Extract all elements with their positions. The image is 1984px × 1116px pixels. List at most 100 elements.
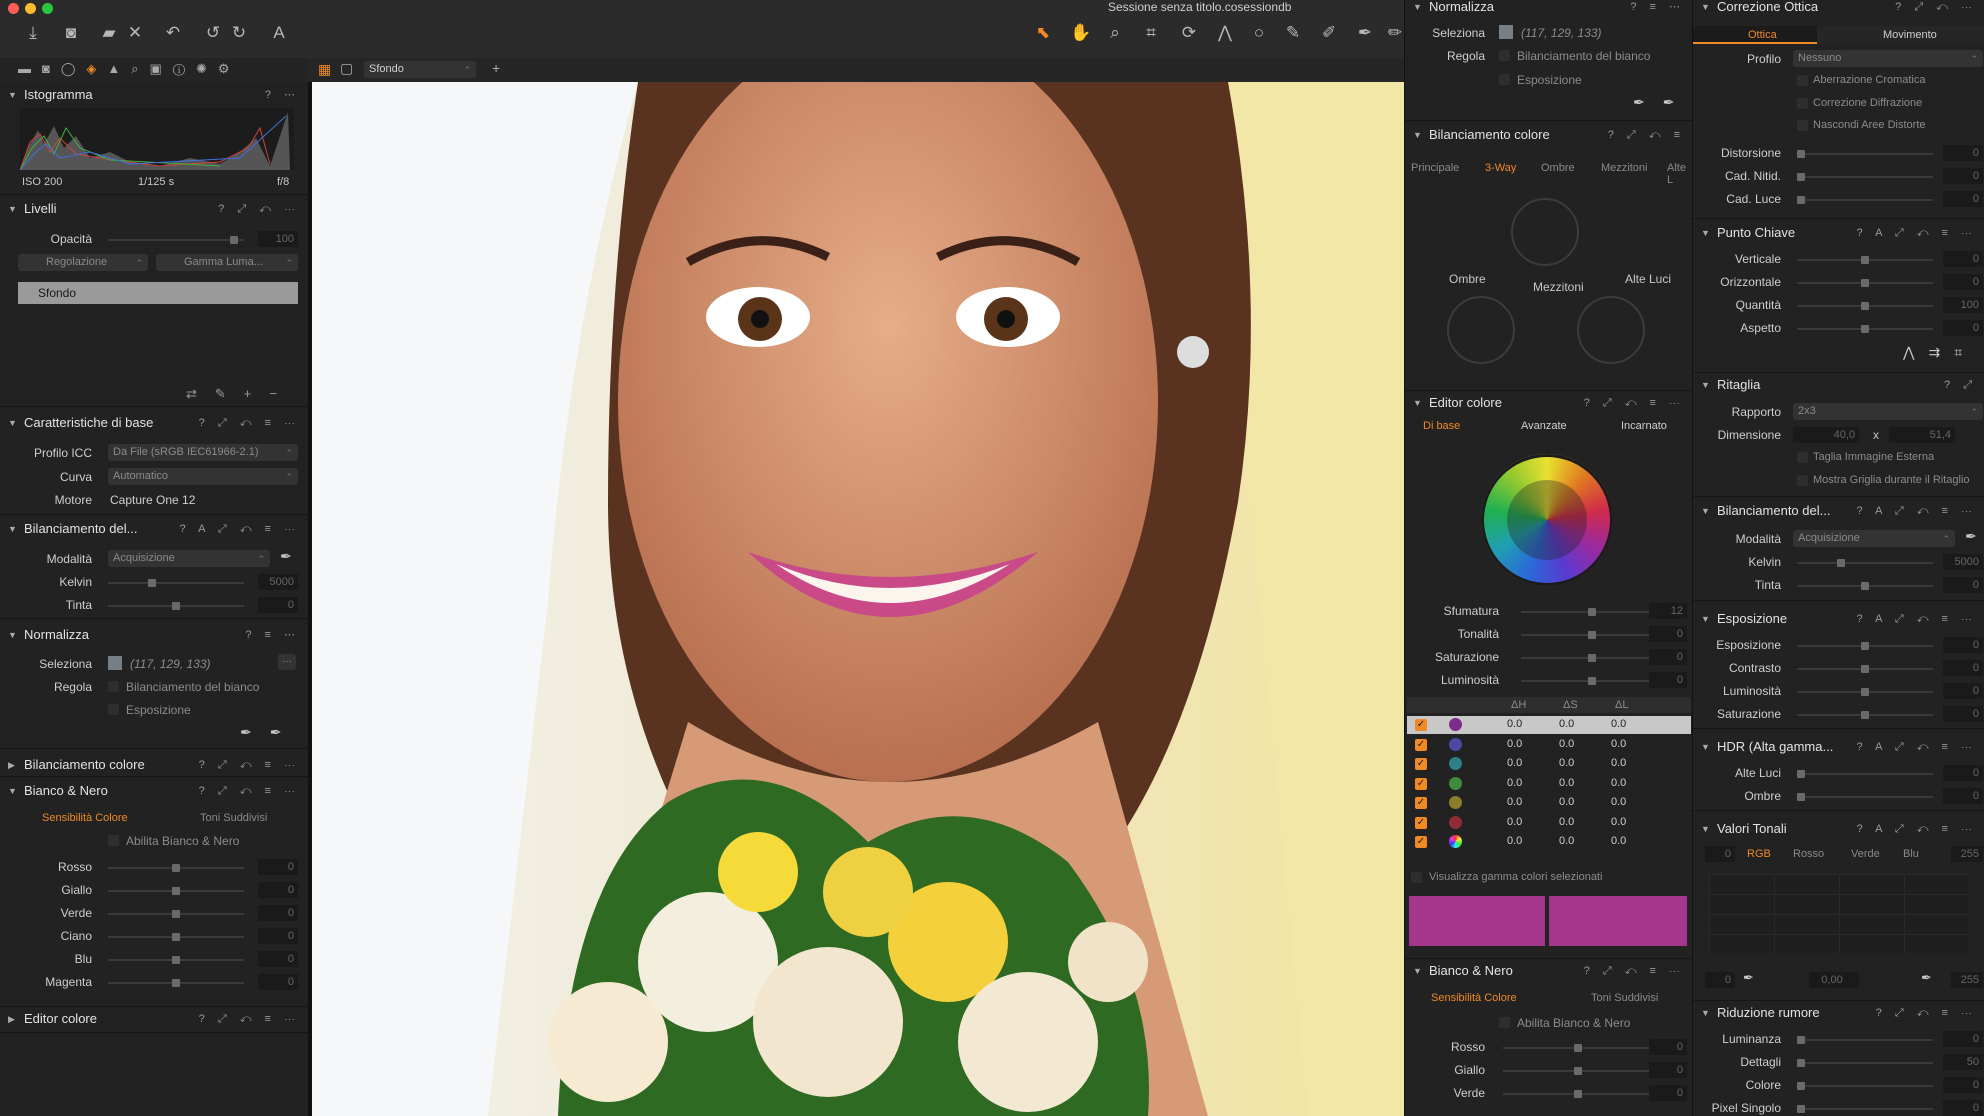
levels-out-low[interactable]: 0 — [1705, 972, 1735, 988]
mid-bw-tab-split[interactable]: Toni Suddivisi — [1591, 992, 1658, 1004]
color-range-row[interactable]: ✓ 0.0 0.0 0.0 — [1407, 794, 1691, 812]
color-range-row[interactable]: ✓ 0.0 0.0 0.0 — [1407, 814, 1691, 832]
optics-tab-optics[interactable]: Ottica — [1748, 29, 1777, 41]
noise-slider[interactable] — [1797, 1082, 1933, 1090]
exposure-header[interactable]: ▼ Esposizione? A ⤢ ↶ ≡ ⋯ — [1693, 608, 1984, 630]
color-range-checkbox[interactable]: ✓ — [1415, 758, 1427, 770]
layer-actions[interactable]: ⇄✎+− — [186, 386, 295, 402]
color-range-row[interactable]: ✓ 0.0 0.0 0.0 — [1407, 755, 1691, 773]
tab-1[interactable]: Avanzate — [1521, 420, 1567, 432]
normalize-wb-checkbox[interactable] — [108, 681, 119, 692]
noise-slider[interactable] — [1797, 1036, 1933, 1044]
mid-normalize-pickers[interactable]: ✒✒ — [1633, 94, 1692, 111]
crop-header[interactable]: ▼ Ritaglia? ⤢ — [1693, 374, 1984, 396]
tab-1[interactable]: 3-Way — [1485, 162, 1516, 174]
levels-header[interactable]: ▼ Livelli? ⤢ ↶ ⋯ — [0, 198, 308, 220]
levels-histogram[interactable] — [1709, 874, 1969, 954]
levels-white-picker-icon[interactable]: ✒ — [1921, 970, 1932, 986]
variant-dropdown[interactable]: Sfondo — [364, 61, 476, 79]
normalize-header[interactable]: ▼ Normalizza? ≡ ⋯ — [0, 624, 308, 646]
optics-slider[interactable] — [1797, 196, 1933, 204]
color-range-checkbox[interactable]: ✓ — [1415, 816, 1427, 829]
wb-picker-icon[interactable]: ✒ — [280, 548, 292, 565]
coloreditor-slider[interactable] — [1521, 654, 1663, 662]
bw-slider[interactable] — [108, 910, 244, 918]
zoom-window-button[interactable] — [42, 3, 53, 14]
optics-value[interactable]: 0 — [1943, 168, 1983, 184]
adjustment-dropdown[interactable]: Regolazione — [18, 254, 148, 272]
exposure-value[interactable]: 0 — [1943, 660, 1983, 676]
redo-icon[interactable]: ↻ — [228, 22, 250, 44]
bw-slider[interactable] — [108, 933, 244, 941]
coloreditor-slider[interactable] — [1521, 608, 1663, 616]
diffraction-checkbox[interactable] — [1797, 98, 1808, 109]
color-wheel[interactable] — [1481, 454, 1613, 586]
add-icon[interactable]: + — [492, 60, 500, 76]
close-window-button[interactable] — [8, 3, 19, 14]
rkelvin-value[interactable]: 5000 — [1943, 554, 1983, 570]
exposure-value[interactable]: 0 — [1943, 637, 1983, 653]
exposure-slider[interactable] — [1797, 642, 1933, 650]
tab-2[interactable]: Incarnato — [1621, 420, 1667, 432]
bw-slider[interactable] — [108, 887, 244, 895]
coloreditor-slider[interactable] — [1521, 677, 1663, 685]
keystone-value[interactable]: 0 — [1943, 274, 1983, 290]
bw-value[interactable]: 0 — [258, 905, 298, 921]
profile-dropdown[interactable]: Nessuno — [1793, 50, 1983, 68]
tint-value[interactable]: 0 — [258, 597, 298, 613]
coloreditor-value[interactable]: 0 — [1649, 672, 1687, 688]
color-range-row[interactable]: ✓ 0.0 0.0 0.0 — [1407, 775, 1691, 793]
optics-slider[interactable] — [1797, 173, 1933, 181]
tab-2[interactable]: Ombre — [1541, 162, 1575, 174]
keystone-slider[interactable] — [1797, 279, 1933, 287]
curve-dropdown[interactable]: Automatico — [108, 468, 298, 486]
mid-bw-tab-sensitivity[interactable]: Sensibilità Colore — [1431, 992, 1517, 1004]
levels-out-high[interactable]: 255 — [1951, 972, 1983, 988]
mid-bw-value[interactable]: 0 — [1649, 1062, 1687, 1078]
noise-slider[interactable] — [1797, 1059, 1933, 1067]
rkelvin-slider[interactable] — [1797, 559, 1933, 567]
bw-enable-checkbox[interactable] — [108, 835, 119, 846]
image-viewer[interactable] — [308, 82, 1404, 1116]
mid-bw-enable-checkbox[interactable] — [1499, 1017, 1510, 1028]
optics-value[interactable]: 0 — [1943, 145, 1983, 161]
tab-0[interactable]: RGB — [1747, 848, 1771, 860]
rtint-slider[interactable] — [1797, 582, 1933, 590]
color-range-row[interactable]: ✓ 0.0 0.0 0.0 — [1407, 716, 1691, 734]
noise-value[interactable]: 0 — [1943, 1100, 1983, 1116]
base-char-header[interactable]: ▼ Caratteristiche di base? ⤢ ↶ ≡ ⋯ — [0, 412, 308, 434]
color-range-checkbox[interactable]: ✓ — [1415, 797, 1427, 809]
coloreditor-header[interactable]: ▶ Editor colore? ⤢ ↶ ≡ ⋯ — [0, 1008, 308, 1030]
bw-tab-split[interactable]: Toni Suddivisi — [200, 812, 267, 824]
picker-icon[interactable]: ✒ — [1354, 22, 1376, 44]
show-gamut-checkbox[interactable] — [1411, 872, 1422, 883]
pan-icon[interactable]: ✋ — [1070, 22, 1092, 44]
tool-tab-icons[interactable]: ▬◙◯◈▲⌕▣ⓘ✺⚙ — [18, 61, 241, 77]
exposure-slider[interactable] — [1797, 665, 1933, 673]
brush-icon[interactable]: ✎ — [1282, 22, 1304, 44]
hdr-slider[interactable] — [1797, 770, 1933, 778]
tint-slider[interactable] — [108, 602, 244, 610]
wb-header[interactable]: ▼ Bilanciamento del...? A ⤢ ↶ ≡ ⋯ — [0, 518, 308, 540]
single-view-icon[interactable]: ▢ — [340, 60, 353, 77]
keystone-value[interactable]: 0 — [1943, 251, 1983, 267]
tab-4[interactable]: Alte L — [1667, 162, 1692, 186]
text-icon[interactable]: A — [268, 22, 290, 44]
normalize-more-button[interactable]: … — [278, 654, 296, 670]
mid-exp-checkbox[interactable] — [1499, 74, 1510, 85]
exposure-slider[interactable] — [1797, 711, 1933, 719]
tab-0[interactable]: Principale — [1411, 162, 1459, 174]
hdr-value[interactable]: 0 — [1943, 788, 1983, 804]
histogram-header[interactable]: ▼ Istogramma? ⋯ — [0, 84, 308, 106]
rwb-picker-icon[interactable]: ✒ — [1965, 528, 1977, 545]
mid-bw-header[interactable]: ▼ Bianco & Nero? ⤢ ↶ ≡ ⋯ — [1405, 960, 1693, 982]
keystone-slider[interactable] — [1797, 302, 1933, 310]
mid-colorbal-header[interactable]: ▼ Bilanciamento colore? ⤢ ↶ ≡ — [1405, 124, 1693, 146]
bw-slider[interactable] — [108, 979, 244, 987]
keystone-value[interactable]: 100 — [1943, 297, 1983, 313]
crop-width[interactable]: 40,0 — [1793, 427, 1859, 443]
coloreditor-value[interactable]: 0 — [1649, 649, 1687, 665]
noise-value[interactable]: 0 — [1943, 1031, 1983, 1047]
crop-height[interactable]: 51,4 — [1889, 427, 1955, 443]
export-icon[interactable]: ▰ — [98, 22, 120, 44]
